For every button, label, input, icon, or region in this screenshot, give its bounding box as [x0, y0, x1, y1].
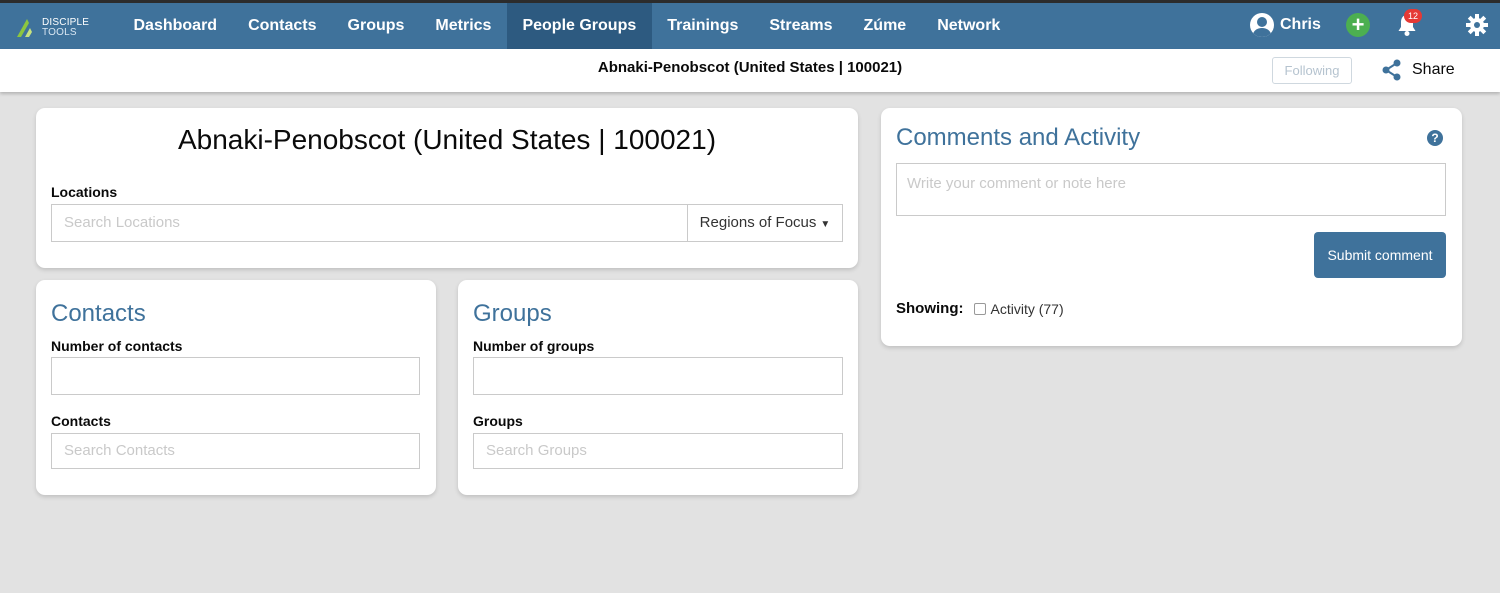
nav-item-people-groups[interactable]: People Groups [506, 3, 652, 49]
share-label: Share [1412, 61, 1455, 78]
nav-item-metrics[interactable]: Metrics [420, 3, 507, 49]
contacts-card: Contacts Number of contacts Contacts Sea… [36, 280, 436, 495]
locations-search-input[interactable]: Search Locations [51, 204, 688, 242]
settings-button[interactable] [1464, 12, 1490, 38]
disciple-tools-logo[interactable]: DISCIPLE TOOLS [16, 15, 96, 41]
activity-checkbox[interactable] [973, 302, 986, 315]
locations-label: Locations [51, 184, 118, 200]
share-button[interactable]: Share [1382, 59, 1455, 81]
share-icon [1382, 59, 1401, 81]
nav-item-network[interactable]: Network [922, 3, 1016, 49]
nav-item-groups[interactable]: Groups [332, 3, 420, 49]
number-of-contacts-input[interactable] [51, 357, 420, 395]
groups-section-title: Groups [473, 300, 552, 327]
activity-filter-label[interactable]: Activity (77) [991, 301, 1064, 317]
logo-text: DISCIPLE TOOLS [42, 18, 89, 38]
contacts-section-title: Contacts [51, 300, 146, 327]
nav-item-streams[interactable]: Streams [754, 3, 848, 49]
user-menu[interactable]: Chris [1250, 13, 1321, 37]
nav-item-zume[interactable]: Zúme [848, 3, 922, 49]
number-of-groups-label: Number of groups [473, 338, 595, 354]
user-icon [1250, 13, 1274, 37]
people-group-title: Abnaki-Penobscot (United States | 100021… [177, 124, 717, 155]
comments-card: Comments and Activity ? Write your comme… [881, 108, 1462, 346]
contacts-field-label: Contacts [51, 413, 111, 429]
user-name: Chris [1280, 16, 1321, 33]
gear-icon [1466, 14, 1488, 36]
submit-comment-button[interactable]: Submit comment [1314, 232, 1446, 278]
showing-label: Showing: [896, 300, 964, 317]
number-of-contacts-label: Number of contacts [51, 338, 183, 354]
comments-title: Comments and Activity [896, 124, 1141, 151]
groups-card: Groups Number of groups Groups Search Gr… [458, 280, 858, 495]
groups-search-input[interactable]: Search Groups [473, 433, 843, 469]
activity-filter: Showing: Activity (77) [896, 300, 1064, 317]
groups-field-label: Groups [473, 413, 523, 429]
caret-down-icon: ▼ [820, 219, 831, 230]
top-nav-bar: DISCIPLE TOOLS Dashboard Contacts Groups… [0, 0, 1500, 49]
number-of-groups-input[interactable] [473, 357, 843, 395]
details-card: Abnaki-Penobscot (United States | 100021… [36, 108, 858, 268]
comment-textarea[interactable]: Write your comment or note here [896, 163, 1446, 216]
regions-of-focus-dropdown[interactable]: Regions of Focus ▼ [687, 204, 843, 242]
nav-item-trainings[interactable]: Trainings [652, 3, 754, 49]
add-new-button[interactable]: + [1346, 13, 1370, 37]
notifications-button[interactable]: 12 [1394, 9, 1422, 38]
following-button[interactable]: Following [1272, 57, 1352, 84]
record-header-bar: Abnaki-Penobscot (United States | 100021… [0, 49, 1500, 92]
contacts-search-input[interactable]: Search Contacts [51, 433, 420, 469]
regions-of-focus-label: Regions of Focus [699, 214, 817, 231]
logo-mark-icon [17, 19, 32, 37]
main-nav: Dashboard Contacts Groups Metrics People… [118, 3, 1016, 49]
nav-item-contacts[interactable]: Contacts [233, 3, 332, 49]
nav-item-dashboard[interactable]: Dashboard [118, 3, 233, 49]
logo-line-2: TOOLS [42, 27, 77, 38]
help-icon[interactable]: ? [1427, 130, 1443, 146]
notification-count-badge: 12 [1404, 9, 1422, 23]
